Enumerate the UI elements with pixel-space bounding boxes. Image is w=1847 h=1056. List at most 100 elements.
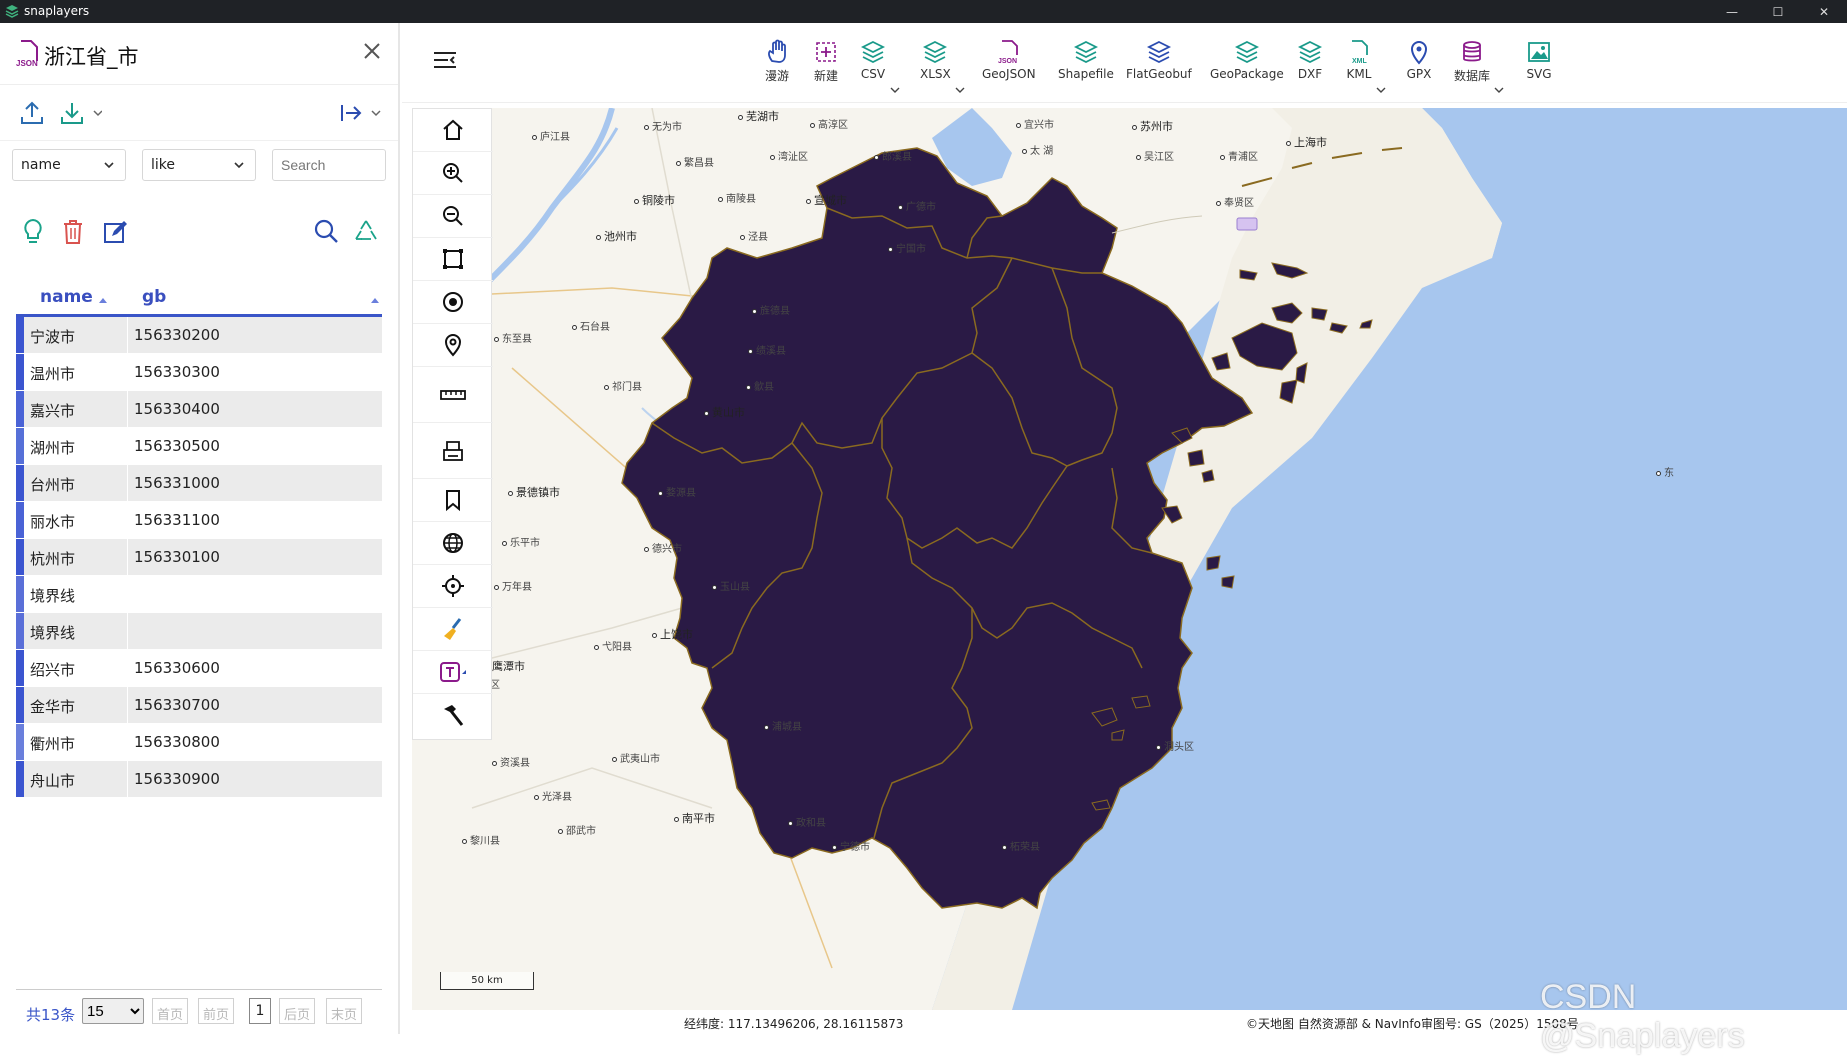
- toolbar-新建-button[interactable]: 新建: [813, 39, 839, 84]
- cell-gb[interactable]: 156331100: [128, 502, 382, 538]
- lightbulb-icon[interactable]: [20, 217, 46, 251]
- toolbar-数据库-button[interactable]: 数据库: [1454, 39, 1504, 93]
- maximize-button[interactable]: ☐: [1755, 0, 1801, 23]
- cell-gb[interactable]: [128, 613, 382, 649]
- print-map-icon[interactable]: [413, 423, 493, 479]
- map-canvas[interactable]: 芜湖市 苏州市 上海市太 湖铜陵市 宣城市 池州市 黄山市 景德镇市 上饶市 鹰潭市 武夷山市 南平…: [412, 108, 1847, 1010]
- export-to-icon[interactable]: [338, 99, 386, 131]
- menu-toggle-icon[interactable]: [432, 49, 458, 75]
- edit-icon[interactable]: [102, 217, 130, 251]
- operator-select[interactable]: like: [142, 149, 256, 181]
- cell-name[interactable]: 宁波市: [24, 317, 128, 353]
- home-icon[interactable]: [413, 109, 493, 152]
- field-select[interactable]: name: [12, 149, 126, 181]
- chevron-down-icon[interactable]: [890, 83, 900, 98]
- cell-gb[interactable]: 156330300: [128, 354, 382, 390]
- upload-icon[interactable]: [18, 99, 46, 131]
- cell-gb[interactable]: 156330100: [128, 539, 382, 575]
- crosshair-icon[interactable]: [413, 565, 493, 608]
- clear-broom-icon[interactable]: [413, 608, 493, 651]
- sort-asc-icon[interactable]: [370, 293, 380, 308]
- full-extent-icon[interactable]: [413, 238, 493, 281]
- table-row[interactable]: 境界线: [16, 576, 382, 613]
- text-style-icon[interactable]: [413, 651, 493, 694]
- cell-name[interactable]: 金华市: [24, 687, 128, 723]
- table-row[interactable]: 金华市 156330700: [16, 687, 382, 724]
- cell-name[interactable]: 湖州市: [24, 428, 128, 464]
- next-page-button[interactable]: 后页: [279, 998, 316, 1024]
- toolbar-xlsx-button[interactable]: XLSX: [920, 39, 965, 93]
- search-input[interactable]: [272, 149, 386, 181]
- close-window-button[interactable]: ✕: [1801, 0, 1847, 23]
- table-row[interactable]: 境界线: [16, 613, 382, 650]
- toolbar-gpx-button[interactable]: GPX: [1406, 39, 1432, 81]
- table-row[interactable]: 绍兴市 156330600: [16, 650, 382, 687]
- cell-name[interactable]: 嘉兴市: [24, 391, 128, 427]
- column-header-gb[interactable]: gb: [142, 287, 166, 307]
- cell-gb[interactable]: 156330400: [128, 391, 382, 427]
- zoom-in-icon[interactable]: [413, 152, 493, 195]
- page-size-select[interactable]: 15: [82, 998, 144, 1024]
- cell-gb[interactable]: 156330800: [128, 724, 382, 760]
- target-icon[interactable]: [413, 281, 493, 324]
- cell-gb[interactable]: 156330200: [128, 317, 382, 353]
- chevron-down-icon[interactable]: [955, 83, 965, 98]
- chevron-down-icon[interactable]: [1376, 83, 1386, 98]
- bookmark-icon[interactable]: [413, 479, 493, 522]
- search-icon[interactable]: [312, 217, 340, 251]
- prev-page-button[interactable]: 前页: [198, 998, 235, 1024]
- layer-attribute-panel: JSON 浙江省_市 name like Search name gb 宁波市 …: [0, 23, 400, 1034]
- hammer-icon[interactable]: [413, 694, 493, 737]
- cell-name[interactable]: 温州市: [24, 354, 128, 390]
- recycle-icon[interactable]: [352, 217, 380, 251]
- first-page-button[interactable]: 首页: [152, 998, 189, 1024]
- cell-gb[interactable]: 156330600: [128, 650, 382, 686]
- table-row[interactable]: 台州市 156331000: [16, 465, 382, 502]
- table-row[interactable]: 宁波市 156330200: [16, 317, 382, 354]
- column-header-name[interactable]: name: [40, 287, 93, 307]
- delete-icon[interactable]: [60, 217, 86, 251]
- map-place-label: 太 湖: [1022, 142, 1053, 157]
- cell-gb[interactable]: 156331000: [128, 465, 382, 501]
- toolbar-geojson-button[interactable]: JSON GeoJSON: [982, 39, 1036, 81]
- sort-asc-icon[interactable]: [98, 293, 108, 308]
- toolbar-shapefile-button[interactable]: Shapefile: [1058, 39, 1114, 81]
- toolbar-dxf-button[interactable]: DXF: [1297, 39, 1323, 81]
- cell-gb[interactable]: 156330700: [128, 687, 382, 723]
- toolbar-csv-button[interactable]: CSV: [860, 39, 900, 93]
- cell-name[interactable]: 杭州市: [24, 539, 128, 575]
- cell-gb[interactable]: 156330900: [128, 761, 382, 797]
- minimize-button[interactable]: —: [1709, 0, 1755, 23]
- toolbar-geopackage-button[interactable]: GeoPackage: [1210, 39, 1284, 81]
- location-pin-icon[interactable]: [413, 324, 493, 367]
- globe-icon[interactable]: [413, 522, 493, 565]
- cell-name[interactable]: 境界线: [24, 613, 128, 649]
- table-row[interactable]: 舟山市 156330900: [16, 761, 382, 798]
- table-row[interactable]: 温州市 156330300: [16, 354, 382, 391]
- chevron-down-icon[interactable]: [1494, 83, 1504, 98]
- cell-name[interactable]: 台州市: [24, 465, 128, 501]
- table-row[interactable]: 嘉兴市 156330400: [16, 391, 382, 428]
- download-icon[interactable]: [58, 99, 103, 131]
- last-page-button[interactable]: 末页: [326, 998, 363, 1024]
- measure-ruler-icon[interactable]: [413, 367, 493, 423]
- close-panel-icon[interactable]: [362, 41, 382, 67]
- table-row[interactable]: 杭州市 156330100: [16, 539, 382, 576]
- cell-gb[interactable]: 156330500: [128, 428, 382, 464]
- cell-gb[interactable]: [128, 576, 382, 612]
- toolbar-flatgeobuf-button[interactable]: FlatGeobuf: [1126, 39, 1192, 81]
- cell-name[interactable]: 丽水市: [24, 502, 128, 538]
- toolbar-kml-button[interactable]: XML KML: [1346, 39, 1386, 93]
- cell-name[interactable]: 舟山市: [24, 761, 128, 797]
- toolbar-漫游-button[interactable]: 漫游: [764, 39, 790, 84]
- table-row[interactable]: 衢州市 156330800: [16, 724, 382, 761]
- cell-name[interactable]: 衢州市: [24, 724, 128, 760]
- toolbar-svg-button[interactable]: SVG: [1526, 39, 1552, 81]
- current-page[interactable]: 1: [249, 998, 271, 1024]
- cell-name[interactable]: 绍兴市: [24, 650, 128, 686]
- table-row[interactable]: 湖州市 156330500: [16, 428, 382, 465]
- cell-name[interactable]: 境界线: [24, 576, 128, 612]
- table-row[interactable]: 丽水市 156331100: [16, 502, 382, 539]
- map-place-label: 弋阳县: [594, 638, 632, 653]
- zoom-out-icon[interactable]: [413, 195, 493, 238]
